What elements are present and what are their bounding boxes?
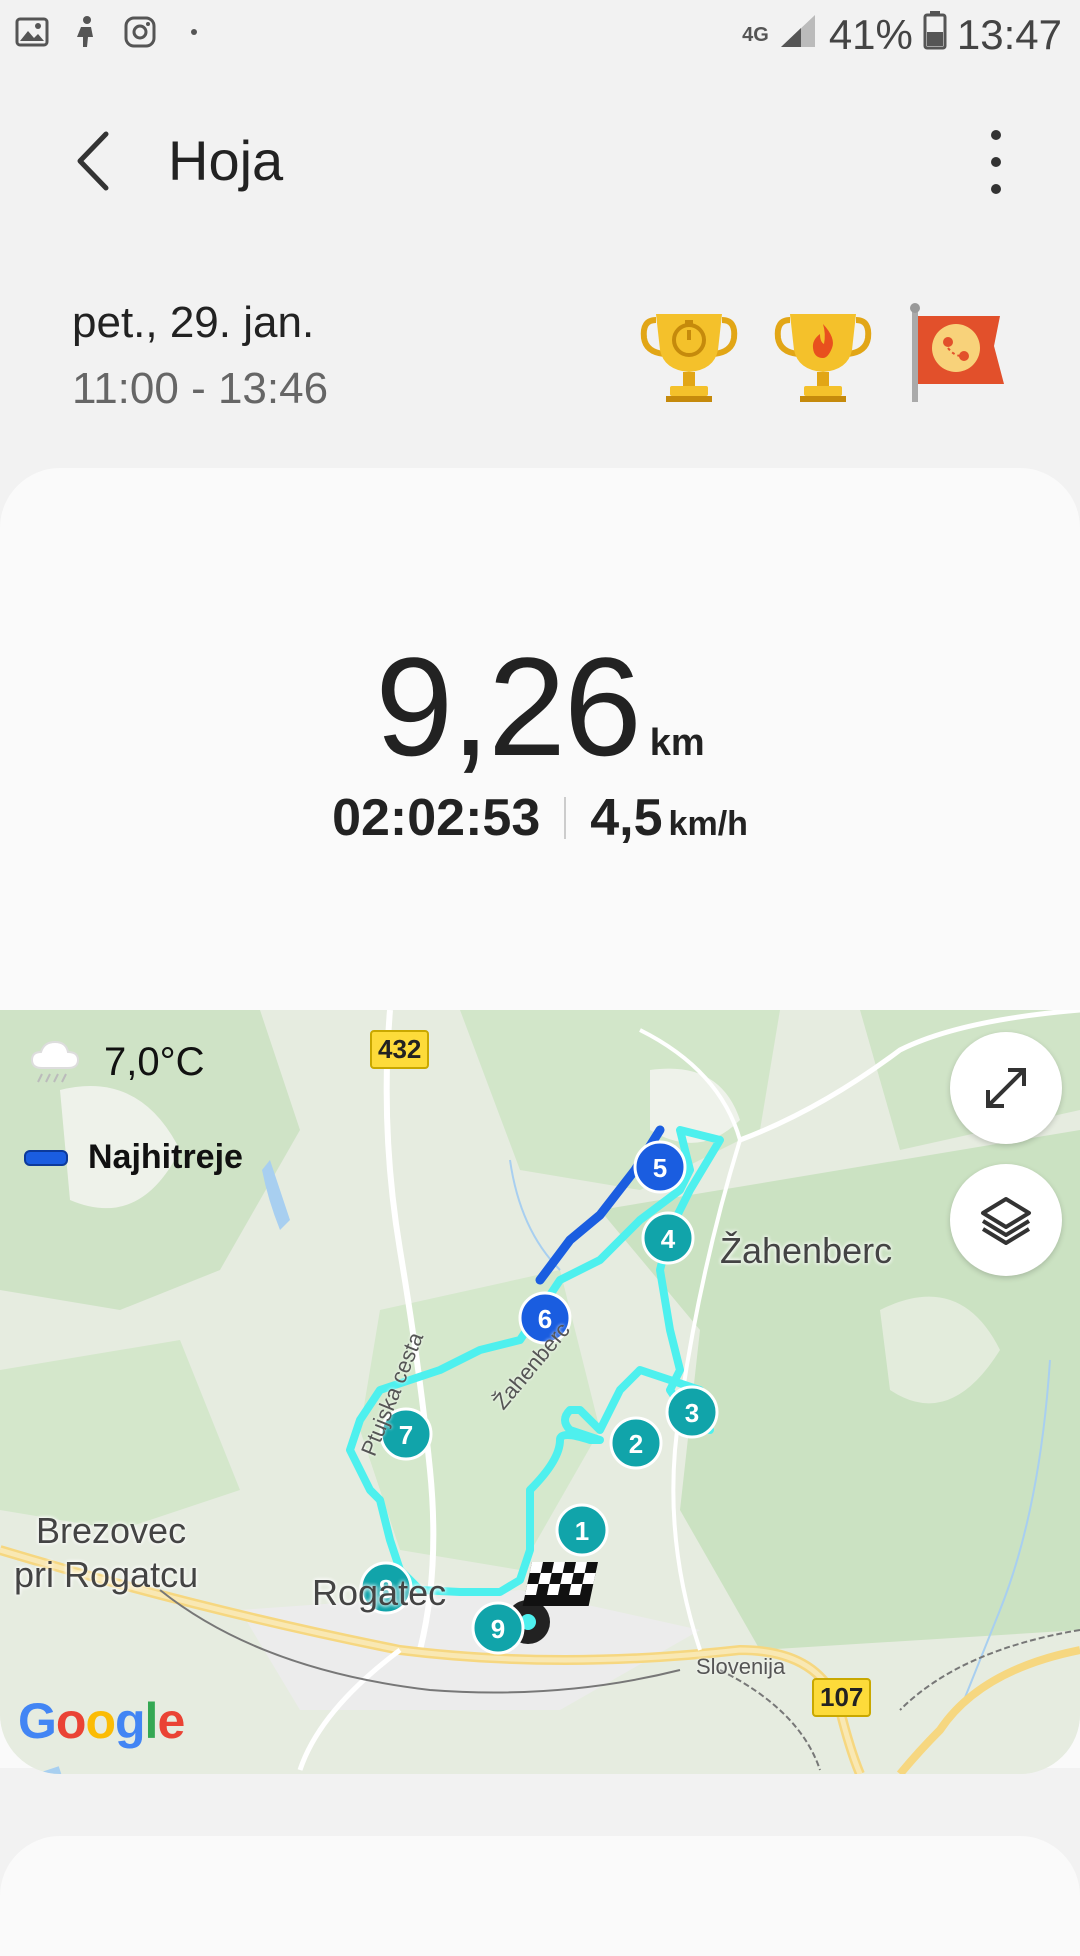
svg-text:1: 1 (575, 1516, 589, 1546)
more-notifications-dot-icon (176, 14, 212, 50)
google-logo: Google (18, 1693, 185, 1749)
legend-swatch (24, 1149, 68, 1166)
back-arrow-icon (77, 131, 109, 191)
next-card (0, 1836, 1080, 1956)
duration-speed-row: 02:02:53 4,5 km/h (0, 788, 1080, 848)
signal-icon (779, 11, 819, 59)
achievement-badges (636, 300, 1010, 406)
svg-text:5: 5 (653, 1153, 667, 1183)
session-time-range: 11:00 - 13:46 (72, 364, 329, 413)
distance-value: 9,26 (375, 628, 641, 785)
road-sign-432: 432 (370, 1030, 430, 1069)
place-label-brezovec: Brezovec (36, 1510, 187, 1551)
trophy-fire-icon[interactable] (770, 300, 876, 406)
map-layers-button[interactable] (950, 1164, 1062, 1276)
speed-value: 4,5 (590, 789, 663, 847)
clock: 13:47 (956, 11, 1062, 58)
split-markers: 1 2 3 4 5 6 7 8 9 (359, 1140, 719, 1655)
temperature: 7,0°C (104, 1039, 205, 1084)
svg-text:9: 9 (491, 1614, 505, 1644)
svg-text:3: 3 (685, 1398, 699, 1428)
place-label-slovenija: Slovenija (696, 1654, 786, 1679)
expand-arrows-icon (986, 1068, 1026, 1108)
distance-display: 9,26 km (0, 626, 1080, 788)
svg-text:2: 2 (629, 1429, 643, 1459)
place-label-pri-rogatcu: pri Rogatcu (14, 1554, 199, 1595)
rain-cloud-icon (30, 1040, 80, 1083)
legend-label: Najhitreje (88, 1138, 243, 1176)
place-label-zahenberc: Žahenberc (720, 1230, 893, 1271)
map-legend: Najhitreje (24, 1138, 243, 1177)
trophy-stopwatch-icon[interactable] (636, 300, 742, 406)
battery-percent: 41% (828, 11, 913, 58)
split-marker-2[interactable]: 2 (609, 1416, 663, 1470)
split-marker-3[interactable]: 3 (665, 1385, 719, 1439)
road-sign-107: 107 (812, 1678, 872, 1717)
divider (564, 797, 567, 839)
more-options-button[interactable] (966, 130, 1026, 194)
instagram-notification-icon (122, 14, 158, 50)
place-label-rogatec: Rogatec (312, 1572, 447, 1613)
route-flag-icon[interactable] (904, 300, 1010, 406)
svg-text:7: 7 (399, 1420, 413, 1450)
walking-notification-icon (68, 14, 104, 50)
route-map[interactable]: 1 2 3 4 5 6 7 8 9 7,0°C Najhitreje 432 1… (0, 1010, 1080, 1774)
split-marker-9[interactable]: 9 (471, 1601, 525, 1655)
weather-info: 7,0°C (28, 1036, 205, 1088)
expand-map-button[interactable] (950, 1032, 1062, 1144)
layers-icon (981, 1197, 1031, 1245)
back-button[interactable] (70, 126, 120, 196)
page-title: Hoja (168, 129, 284, 192)
speed-unit: km/h (668, 805, 748, 843)
split-marker-5[interactable]: 5 (633, 1140, 687, 1194)
session-date: pet., 29. jan. (72, 298, 315, 347)
gallery-notification-icon (14, 14, 50, 50)
duration-value: 02:02:53 (332, 789, 541, 847)
distance-unit: km (649, 722, 705, 764)
battery-icon (923, 10, 947, 60)
network-indicator: 4G (742, 24, 769, 46)
split-marker-1[interactable]: 1 (555, 1503, 609, 1557)
more-vert-icon (991, 130, 1001, 140)
status-bar: 4G 41% 13:47 (0, 0, 1080, 76)
svg-text:4: 4 (661, 1224, 676, 1254)
split-marker-4[interactable]: 4 (641, 1211, 695, 1265)
app-header: Hoja (0, 100, 1080, 220)
